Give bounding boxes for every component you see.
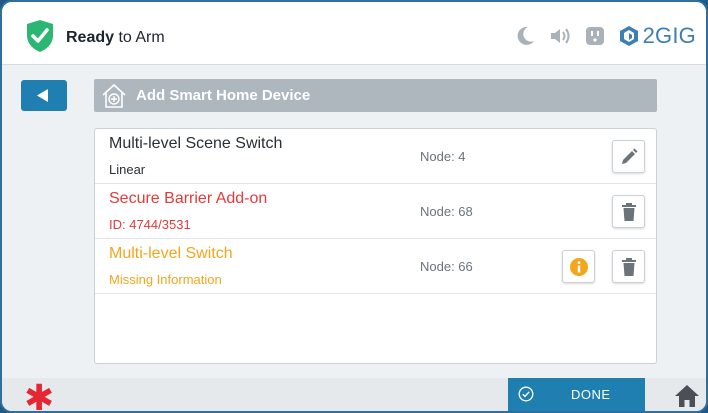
arm-status-bold: Ready [66, 29, 115, 46]
moon-icon[interactable] [517, 26, 535, 46]
panel-screen: Ready to Arm 2GIG Add Smart Home Device … [0, 0, 708, 413]
device-node: Node: 66 [420, 259, 473, 274]
device-subtitle: Missing Information [109, 272, 222, 287]
device-name: Secure Barrier Add-on [109, 190, 268, 207]
brand-logo-icon [619, 26, 638, 46]
device-subtitle: Linear [109, 162, 146, 177]
done-button[interactable]: DONE [508, 378, 645, 411]
shield-check-icon [27, 20, 53, 52]
trash-icon [622, 258, 636, 276]
info-button[interactable] [562, 250, 595, 283]
home-icon[interactable] [674, 384, 700, 408]
status-icons: 2GIG [517, 23, 696, 49]
device-node: Node: 68 [420, 204, 473, 219]
device-list: Multi-level Scene Switch Linear Node: 4 … [94, 128, 657, 364]
outlet-icon[interactable] [585, 26, 605, 46]
back-arrow-icon [37, 89, 48, 102]
brand-logo: 2GIG [619, 23, 696, 49]
device-node: Node: 4 [420, 149, 466, 164]
edit-button[interactable] [612, 140, 645, 173]
device-row[interactable]: Multi-level Scene Switch Linear Node: 4 [95, 129, 656, 184]
device-row[interactable]: Multi-level Switch Missing Information N… [95, 239, 656, 294]
delete-button[interactable] [612, 250, 645, 283]
add-device-house-icon [102, 83, 126, 108]
delete-button[interactable] [612, 195, 645, 228]
device-subtitle: ID: 4744/3531 [109, 217, 191, 232]
asterisk-icon[interactable]: ✱ [24, 380, 54, 412]
done-label: DONE [571, 387, 611, 402]
arm-status-text[interactable]: Ready to Arm [66, 29, 165, 47]
info-icon [570, 258, 588, 276]
trash-icon [622, 203, 636, 221]
speaker-icon[interactable] [549, 26, 571, 46]
arm-status-rest: to Arm [114, 29, 165, 46]
status-bar: Ready to Arm 2GIG [2, 2, 706, 65]
brand-logo-text: 2GIG [642, 23, 696, 48]
device-row[interactable]: Secure Barrier Add-on ID: 4744/3531 Node… [95, 184, 656, 239]
check-circle-icon [518, 386, 534, 402]
page-title-bar: Add Smart Home Device [94, 79, 657, 112]
back-button[interactable] [21, 80, 67, 111]
bottom-bar: ✱ DONE [2, 378, 706, 411]
page-title: Add Smart Home Device [136, 87, 311, 104]
device-name: Multi-level Scene Switch [109, 135, 283, 152]
device-name: Multi-level Switch [109, 245, 233, 262]
edit-icon [622, 148, 638, 164]
